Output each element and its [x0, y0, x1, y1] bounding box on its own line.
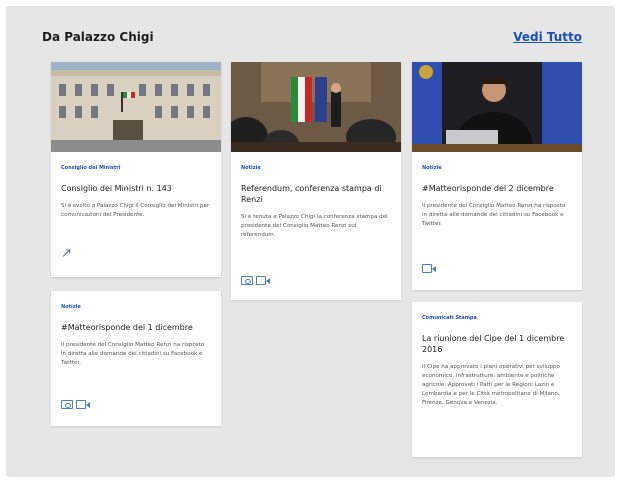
- news-card[interactable]: Notizie #Matteorisponde del 2 dicembre I…: [412, 62, 582, 290]
- card-description: Il presidente del Consiglio Matteo Renzi…: [61, 342, 205, 366]
- card-title[interactable]: Referendum, conferenza stampa di Renzi: [241, 183, 391, 205]
- view-all-link[interactable]: Vedi Tutto: [513, 30, 582, 44]
- card-title[interactable]: La riunione del Cipe del 1 dicembre 2016: [422, 333, 572, 355]
- news-card[interactable]: Notizie Referendum, conferenza stampa di…: [231, 62, 401, 300]
- video-icon[interactable]: [256, 276, 270, 285]
- press-conference-image: [231, 62, 401, 152]
- photo-icon[interactable]: [61, 400, 73, 409]
- card-icons: ↗: [61, 247, 72, 260]
- card-description: Si è tenuta a Palazzo Chigi la conferenz…: [241, 214, 388, 238]
- card-icons: [422, 264, 436, 273]
- external-link-icon[interactable]: ↗: [61, 247, 72, 260]
- matteorisponde-image: [412, 62, 582, 152]
- section-title: Da Palazzo Chigi: [42, 30, 154, 44]
- card-description: Si è svolto a Palazzo Chigi il Consiglio…: [61, 203, 210, 218]
- news-card[interactable]: Consiglio dei Ministri Consiglio dei Min…: [51, 62, 221, 277]
- card-title[interactable]: #Matteorisponde del 2 dicembre: [422, 183, 572, 194]
- video-icon[interactable]: [422, 264, 436, 273]
- palazzo-chigi-image: [51, 62, 221, 152]
- card-title[interactable]: Consiglio dei Ministri n. 143: [61, 183, 211, 194]
- card-category: Notizie: [241, 165, 261, 171]
- card-title[interactable]: #Matteorisponde del 1 dicembre: [61, 322, 211, 333]
- card-category: Notizie: [422, 165, 442, 171]
- card-icons: [241, 276, 270, 285]
- card-category: Notizie: [61, 304, 81, 310]
- card-category: Consiglio dei Ministri: [61, 165, 121, 171]
- card-icons: [61, 400, 90, 409]
- card-description: Il Cipe ha approvato i piani operativi p…: [422, 364, 560, 406]
- section-header: Da Palazzo Chigi Vedi Tutto: [42, 30, 582, 50]
- card-description: Il presidente del Consiglio Matteo Renzi…: [422, 203, 566, 227]
- news-card[interactable]: Notizie #Matteorisponde del 1 dicembre I…: [51, 291, 221, 426]
- card-category: Comunicati Stampa: [422, 315, 477, 321]
- photo-icon[interactable]: [241, 276, 253, 285]
- video-icon[interactable]: [76, 400, 90, 409]
- news-card[interactable]: Comunicati Stampa La riunione del Cipe d…: [412, 302, 582, 457]
